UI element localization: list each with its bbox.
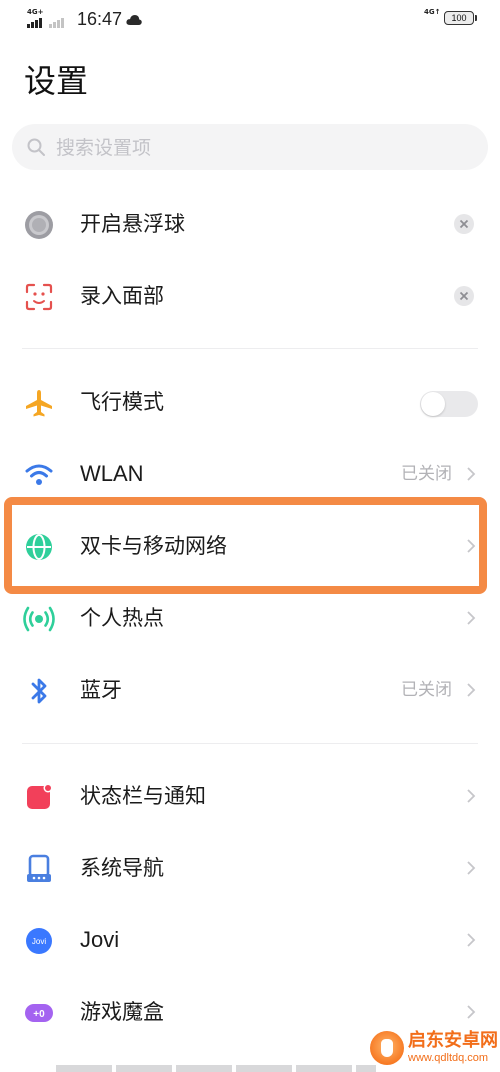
status-bar-right: 4G↑ 100 [424, 8, 477, 25]
status-bar: 4G+ 16:47 4G↑ 100 [0, 0, 500, 40]
setting-jovi[interactable]: Jovi Jovi [0, 904, 500, 976]
next-row-peek [56, 1065, 376, 1072]
airplane-mode-toggle[interactable] [420, 391, 478, 417]
chevron-right-icon [467, 861, 476, 875]
signal-strength-icon-sim1: 4G+ [27, 8, 49, 28]
setting-airplane-mode[interactable]: 飞行模式 [0, 366, 500, 438]
chevron-right-icon [467, 467, 476, 481]
cloud-icon [126, 14, 142, 25]
setting-label: 游戏魔盒 [80, 1000, 164, 1024]
setting-label: 双卡与移动网络 [80, 534, 227, 558]
setting-bluetooth[interactable]: 蓝牙 已关闭 [0, 654, 500, 726]
airplane-icon [22, 386, 56, 420]
face-scan-icon [22, 280, 56, 314]
chevron-right-icon [467, 611, 476, 625]
search-bar[interactable] [12, 124, 488, 172]
setting-status: 已关闭 [401, 680, 452, 700]
watermark-text: 启东安卓网 www.qdltdq.com [408, 1032, 498, 1064]
setting-label: 系统导航 [80, 856, 164, 880]
setting-wlan[interactable]: WLAN 已关闭 [0, 438, 500, 510]
setting-label: 蓝牙 [80, 678, 122, 702]
network-type-label: 4G+ [27, 7, 44, 16]
jovi-icon: Jovi [22, 924, 56, 958]
game-box-icon-text: +0 [33, 1009, 45, 1020]
watermark-logo-icon [370, 1031, 404, 1065]
mobile-data-label: 4G↑ [424, 8, 441, 16]
watermark-name: 启东安卓网 [408, 1030, 498, 1051]
section-divider [22, 348, 478, 349]
chevron-right-icon [467, 683, 476, 697]
suggestion-label: 录入面部 [80, 284, 164, 308]
battery-icon: 100 [444, 11, 477, 25]
section-divider [22, 743, 478, 744]
battery-level: 100 [451, 13, 467, 23]
setting-status-bar-notifications[interactable]: 状态栏与通知 [0, 760, 500, 832]
setting-status: 已关闭 [401, 464, 452, 484]
setting-label: 飞行模式 [80, 390, 164, 414]
page-title: 设置 [24, 62, 89, 100]
suggestion-label: 开启悬浮球 [80, 212, 185, 236]
suggestion-floating-ball[interactable]: 开启悬浮球 [0, 188, 500, 260]
chevron-right-icon [467, 789, 476, 803]
floating-ball-icon [22, 208, 56, 242]
setting-label: 个人热点 [80, 606, 164, 630]
wifi-icon [22, 458, 56, 492]
game-box-icon: +0 [22, 996, 56, 1030]
bluetooth-icon [22, 674, 56, 708]
search-icon [27, 138, 45, 156]
hotspot-icon [22, 602, 56, 636]
globe-icon [22, 530, 56, 564]
setting-label: Jovi [80, 927, 120, 952]
search-input[interactable] [54, 124, 478, 172]
setting-label: WLAN [80, 461, 144, 486]
watermark-url: www.qdltdq.com [408, 1052, 489, 1064]
signal-strength-icon-sim2 [49, 12, 71, 28]
jovi-icon-text: Jovi [32, 937, 46, 946]
chevron-right-icon [467, 539, 476, 553]
mobile-data-icon: 4G↑ [424, 8, 441, 25]
chevron-right-icon [467, 933, 476, 947]
status-bar-left: 4G+ 16:47 [27, 8, 142, 30]
dismiss-suggestion-button[interactable] [454, 286, 474, 306]
setting-label: 状态栏与通知 [80, 784, 206, 808]
close-icon [459, 291, 469, 301]
dismiss-suggestion-button[interactable] [454, 214, 474, 234]
setting-system-navigation[interactable]: 系统导航 [0, 832, 500, 904]
suggestion-face-enroll[interactable]: 录入面部 [0, 260, 500, 332]
close-icon [459, 219, 469, 229]
setting-dual-sim-mobile-network[interactable]: 双卡与移动网络 [0, 510, 500, 582]
notification-icon [22, 780, 56, 814]
chevron-right-icon [467, 1005, 476, 1019]
setting-personal-hotspot[interactable]: 个人热点 [0, 582, 500, 654]
status-time: 16:47 [77, 9, 123, 29]
watermark: 启东安卓网 www.qdltdq.com [370, 1026, 498, 1070]
navigation-icon [22, 852, 56, 886]
